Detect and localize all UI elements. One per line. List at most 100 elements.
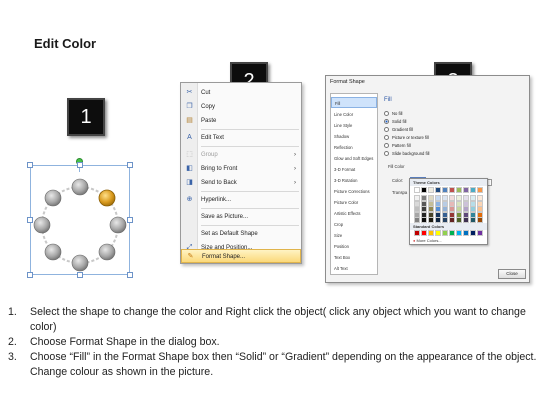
instruction-number: 1. xyxy=(8,306,17,318)
menu-item-set-default-shape[interactable]: Set as Default Shape xyxy=(181,227,301,241)
option-picture-fill[interactable]: Picture or texture fill xyxy=(384,134,429,141)
theme-color-swatch[interactable] xyxy=(414,217,420,223)
radio-button[interactable] xyxy=(384,143,389,149)
standard-color-swatch[interactable] xyxy=(435,230,441,236)
edit-text-icon: A xyxy=(187,134,192,141)
menu-item-save-as-picture[interactable]: Save as Picture... xyxy=(181,210,301,224)
theme-color-swatch[interactable] xyxy=(428,187,434,193)
standard-color-swatch[interactable] xyxy=(470,230,476,236)
nav-item-glow[interactable]: Glow and Soft Edges xyxy=(331,153,377,164)
theme-color-swatch[interactable] xyxy=(449,187,455,193)
theme-color-swatch[interactable] xyxy=(449,217,455,223)
nav-item-reflection[interactable]: Reflection xyxy=(331,142,377,153)
menu-item-bring-to-front[interactable]: ◧ Bring to Front › xyxy=(181,162,301,176)
nav-item-line-color[interactable]: Line Color xyxy=(331,109,377,120)
theme-color-swatch[interactable] xyxy=(414,187,420,193)
theme-color-swatch[interactable] xyxy=(477,187,483,193)
resize-handle-w[interactable] xyxy=(27,217,33,223)
nav-item-3d-format[interactable]: 3-D Format xyxy=(331,164,377,175)
resize-handle-n[interactable] xyxy=(77,162,83,168)
theme-color-swatch[interactable] xyxy=(435,187,441,193)
instruction-text: Choose Format Shape in the dialog box. xyxy=(30,336,220,348)
resize-handle-ne[interactable] xyxy=(127,162,133,168)
theme-color-swatch[interactable] xyxy=(463,187,469,193)
nav-item-artistic-effects[interactable]: Artistic Effects xyxy=(331,208,377,219)
selection-box xyxy=(30,165,130,275)
nav-item-size[interactable]: Size xyxy=(331,230,377,241)
group-icon: ⬚ xyxy=(186,151,193,158)
theme-color-swatch[interactable] xyxy=(442,187,448,193)
menu-item-send-to-back[interactable]: ◨ Send to Back › xyxy=(181,176,301,190)
resize-handle-nw[interactable] xyxy=(27,162,33,168)
close-button[interactable]: Close xyxy=(498,269,526,279)
radio-button[interactable] xyxy=(384,135,389,141)
nav-item-line-style[interactable]: Line Style xyxy=(331,120,377,131)
option-solid-fill[interactable]: Solid fill xyxy=(384,118,406,125)
standard-color-swatch[interactable] xyxy=(421,230,427,236)
standard-color-swatch[interactable] xyxy=(463,230,469,236)
submenu-arrow-icon: › xyxy=(294,152,296,158)
theme-color-swatch[interactable] xyxy=(456,217,462,223)
menu-item-hyperlink[interactable]: ⊕ Hyperlink... xyxy=(181,193,301,207)
nav-item-crop[interactable]: Crop xyxy=(331,219,377,230)
theme-color-swatch[interactable] xyxy=(442,217,448,223)
nav-item-3d-rotation[interactable]: 3-D Rotation xyxy=(331,175,377,186)
theme-color-swatch[interactable] xyxy=(421,217,427,223)
menu-separator xyxy=(201,146,299,147)
dialog-nav: Fill Line Color Line Style Shadow Reflec… xyxy=(330,93,378,275)
theme-color-swatch[interactable] xyxy=(435,217,441,223)
theme-color-swatch[interactable] xyxy=(470,217,476,223)
radio-button[interactable] xyxy=(384,111,389,117)
menu-item-edit-text[interactable]: A Edit Text xyxy=(181,131,301,145)
standard-color-swatch[interactable] xyxy=(442,230,448,236)
resize-handle-e[interactable] xyxy=(127,217,133,223)
more-colors-option[interactable]: ● More Colors... xyxy=(413,238,442,243)
theme-color-swatch[interactable] xyxy=(428,217,434,223)
radio-button[interactable] xyxy=(384,127,389,133)
theme-color-swatch[interactable] xyxy=(470,187,476,193)
step-badge-1: 1 xyxy=(67,98,105,136)
standard-color-swatch[interactable] xyxy=(414,230,420,236)
option-gradient-fill[interactable]: Gradient fill xyxy=(384,126,413,133)
theme-color-swatch[interactable] xyxy=(477,217,483,223)
menu-separator xyxy=(201,129,299,130)
theme-color-swatch[interactable] xyxy=(421,187,427,193)
resize-handle-se[interactable] xyxy=(127,272,133,278)
hyperlink-icon: ⊕ xyxy=(186,196,193,203)
theme-color-swatch[interactable] xyxy=(463,217,469,223)
menu-item-group: ⬚ Group › xyxy=(181,148,301,162)
page-title: Edit Color xyxy=(34,36,97,51)
menu-item-cut[interactable]: ✂ Cut xyxy=(181,86,301,100)
option-slide-background-fill[interactable]: Slide background fill xyxy=(384,150,429,157)
option-pattern-fill[interactable]: Pattern fill xyxy=(384,142,411,149)
standard-color-swatch[interactable] xyxy=(456,230,462,236)
radio-button[interactable] xyxy=(384,151,389,157)
theme-color-swatch[interactable] xyxy=(456,187,462,193)
nav-item-picture-color[interactable]: Picture Color xyxy=(331,197,377,208)
paste-icon: ▤ xyxy=(186,117,193,124)
resize-handle-sw[interactable] xyxy=(27,272,33,278)
menu-separator xyxy=(201,208,299,209)
standard-color-swatch[interactable] xyxy=(477,230,483,236)
menu-item-paste[interactable]: ▤ Paste xyxy=(181,114,301,128)
submenu-arrow-icon: › xyxy=(294,180,296,186)
menu-item-format-shape[interactable]: ✎ Format Shape... xyxy=(181,249,301,263)
instruction-text: Select the shape to change the color and… xyxy=(30,306,526,333)
nav-item-shadow[interactable]: Shadow xyxy=(331,131,377,142)
menu-item-copy[interactable]: ❐ Copy xyxy=(181,100,301,114)
nav-item-text-box[interactable]: Text Box xyxy=(331,252,377,263)
menu-separator xyxy=(201,225,299,226)
send-back-icon: ◨ xyxy=(186,179,193,186)
standard-color-swatch[interactable] xyxy=(428,230,434,236)
fill-heading: Fill xyxy=(384,97,392,103)
nav-item-position[interactable]: Position xyxy=(331,241,377,252)
standard-colors-heading: Standard Colors xyxy=(410,223,487,230)
nav-item-alt-text[interactable]: Alt Text xyxy=(331,263,377,274)
instruction-number: 2. xyxy=(8,336,17,348)
nav-item-picture-corrections[interactable]: Picture Corrections xyxy=(331,186,377,197)
option-no-fill[interactable]: No fill xyxy=(384,110,402,117)
resize-handle-s[interactable] xyxy=(77,272,83,278)
radio-button-selected[interactable] xyxy=(384,119,389,125)
standard-color-swatch[interactable] xyxy=(449,230,455,236)
nav-item-fill[interactable]: Fill xyxy=(331,97,377,108)
